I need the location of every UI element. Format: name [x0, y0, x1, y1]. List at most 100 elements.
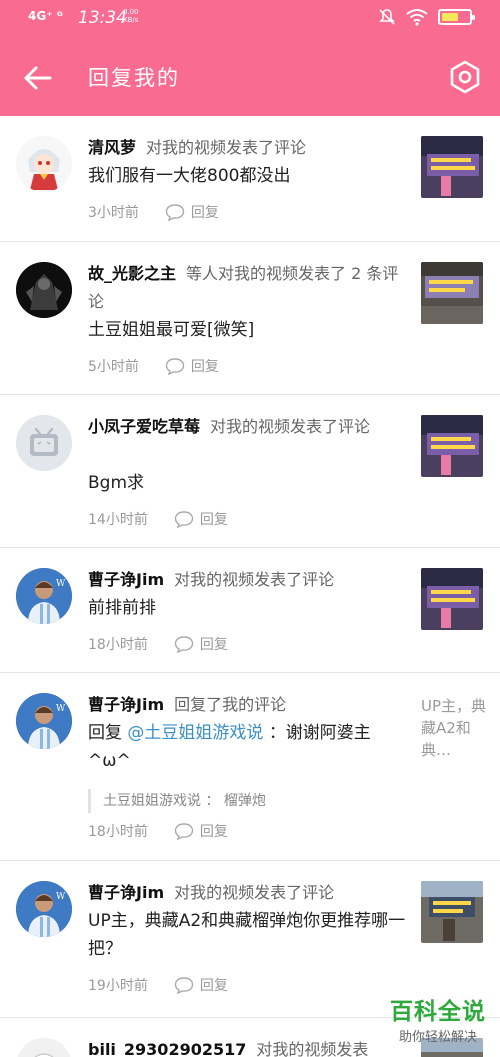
signal-indicator: 4G⁺ ᴳ — [28, 9, 63, 23]
username[interactable]: 曹子诤Jim — [88, 883, 164, 902]
game-screenshot-image — [421, 136, 483, 198]
video-thumbnail[interactable] — [421, 415, 483, 477]
game-screenshot-image — [421, 262, 483, 324]
meta-row: 19小时前 回复 — [88, 975, 228, 995]
notification-line: 故_光影之主 等人对我的视频发表了 2 条评论 — [88, 260, 406, 316]
quote-text: 榴弹炮 — [223, 793, 266, 809]
dark-figure-avatar-icon — [16, 262, 72, 318]
username[interactable]: bili_29302902517 — [88, 1040, 246, 1057]
svg-text:W: W — [56, 704, 66, 714]
reply-label: 回复 — [190, 359, 219, 375]
reply-item[interactable]: 故_光影之主 等人对我的视频发表了 2 条评论 土豆姐姐最可爱[微笑] 5小时前 … — [0, 242, 500, 395]
svg-text:W: W — [56, 892, 66, 902]
reply-item[interactable]: 清风萝 对我的视频发表了评论 我们服有一大佬800都没出 3小时前 回复 — [0, 116, 500, 242]
meta-row: 14小时前 回复 — [88, 509, 228, 529]
clock: 13:34 — [78, 8, 127, 28]
comment-bubble-icon — [174, 511, 194, 528]
comment-content: 土豆姐姐最可爱[微笑] — [88, 320, 255, 340]
avatar[interactable] — [16, 262, 72, 318]
action-text: 对我的视频发表了评论 — [146, 138, 307, 157]
battery-icon — [438, 9, 475, 25]
back-arrow-icon[interactable] — [22, 62, 54, 94]
reply-button[interactable]: 回复 — [174, 821, 228, 841]
mute-icon — [379, 9, 395, 25]
action-text: 对我的视频发表 — [256, 1040, 369, 1057]
reply-button[interactable]: 回复 — [174, 509, 228, 529]
settings-hexagon-icon[interactable] — [448, 60, 482, 94]
comment-bubble-icon — [165, 358, 185, 375]
reply-item[interactable]: W 曹子诤Jim 对我的视频发表了评论 前排前排 18小时前 回复 — [0, 548, 500, 673]
avatar[interactable]: W — [16, 881, 72, 937]
username[interactable]: 故_光影之主 — [88, 264, 176, 283]
action-text: 回复了我的评论 — [174, 695, 287, 714]
anime-girl-avatar-icon — [16, 136, 72, 192]
timestamp: 18小时前 — [88, 824, 148, 840]
reply-item[interactable]: W 曹子诤Jim 回复了我的评论 回复 @土豆姐姐游戏说 ：谢谢阿婆主^ω^ 土豆… — [0, 673, 500, 861]
notification-line: 清风萝 对我的视频发表了评论 — [88, 134, 406, 162]
action-text: 对我的视频发表了评论 — [210, 417, 371, 436]
watermark-subtitle: 助你轻松解决 — [398, 1030, 477, 1045]
reply-label: 回复 — [199, 637, 228, 653]
reply-button[interactable]: 回复 — [174, 975, 228, 995]
watermark-logo: 百科全说 助你轻松解决 — [390, 992, 486, 1045]
reply-button[interactable]: 回复 — [174, 634, 228, 654]
action-text: 对我的视频发表了评论 — [174, 883, 335, 902]
comment-content: 我们服有一大佬800都没出 — [88, 166, 291, 186]
reply-label: 回复 — [199, 512, 228, 528]
game-screenshot-image — [421, 881, 483, 943]
app-bar: 回复我的 — [0, 38, 500, 116]
video-thumbnail[interactable] — [421, 262, 483, 324]
comment-bubble-icon — [174, 977, 194, 994]
comment-content: 回复 @土豆姐姐游戏说 ：谢谢阿婆主^ω^ — [88, 719, 406, 775]
notification-line: 曹子诤Jim 对我的视频发表了评论 — [88, 566, 406, 594]
timestamp: 18小时前 — [88, 637, 148, 653]
avatar[interactable] — [16, 1038, 72, 1057]
reply-button[interactable]: 回复 — [165, 356, 219, 376]
avatar[interactable] — [16, 136, 72, 192]
reply-label: 回复 — [199, 824, 228, 840]
timestamp: 5小时前 — [88, 359, 139, 375]
comment-bubble-icon — [165, 204, 185, 221]
comment-content: 前排前排 — [88, 598, 156, 618]
football-player-avatar-icon: W — [16, 881, 72, 937]
status-bar: 4G⁺ ᴳ 13:34 0.00 KB/s — [0, 0, 500, 38]
reply-prefix: 回复 — [88, 723, 122, 743]
comment-bubble-icon — [174, 636, 194, 653]
meta-row: 5小时前 回复 — [88, 356, 219, 376]
reply-button[interactable]: 回复 — [165, 202, 219, 222]
meta-row: 18小时前 回复 — [88, 821, 228, 841]
network-speed: 0.00 KB/s — [123, 8, 139, 24]
timestamp: 19小时前 — [88, 978, 148, 994]
reply-label: 回复 — [190, 205, 219, 221]
status-icons — [378, 8, 475, 26]
mention-link[interactable]: @土豆姐姐游戏说 — [127, 723, 263, 743]
video-thumbnail[interactable] — [421, 568, 483, 630]
avatar[interactable]: W — [16, 568, 72, 624]
page-title: 回复我的 — [88, 66, 180, 90]
avatar[interactable] — [16, 415, 72, 471]
svg-text:W: W — [56, 579, 66, 589]
comment-content: UP主，典藏A2和典藏榴弹炮你更推荐哪一把？ — [88, 911, 406, 959]
username[interactable]: 曹子诤Jim — [88, 570, 164, 589]
username[interactable]: 小凤子爱吃草莓 — [88, 417, 200, 436]
notification-line: 曹子诤Jim 对我的视频发表了评论 — [88, 879, 406, 907]
avatar[interactable]: W — [16, 693, 72, 749]
football-player-avatar-icon: W — [16, 568, 72, 624]
bilibili-tv-avatar-icon — [16, 415, 72, 471]
notification-line: 曹子诤Jim 回复了我的评论 — [88, 691, 406, 719]
video-thumbnail[interactable] — [421, 881, 483, 943]
white-character-avatar-icon — [17, 1038, 71, 1057]
notification-line: bili_29302902517 对我的视频发表 — [88, 1036, 406, 1057]
comment-bubble-icon — [174, 823, 194, 840]
username[interactable]: 曹子诤Jim — [88, 695, 164, 714]
wifi-icon — [406, 9, 428, 26]
game-screenshot-image — [421, 415, 483, 477]
reply-item[interactable]: 小凤子爱吃草莓 对我的视频发表了评论 Bgm求 14小时前 回复 — [0, 395, 500, 548]
football-player-avatar-icon: W — [16, 693, 72, 749]
meta-row: 18小时前 回复 — [88, 634, 228, 654]
action-text: 对我的视频发表了评论 — [174, 570, 335, 589]
username[interactable]: 清风萝 — [88, 138, 136, 157]
video-thumbnail[interactable] — [421, 136, 483, 198]
timestamp: 3小时前 — [88, 205, 139, 221]
original-comment-preview[interactable]: UP主，典藏A2和典… — [421, 695, 487, 761]
